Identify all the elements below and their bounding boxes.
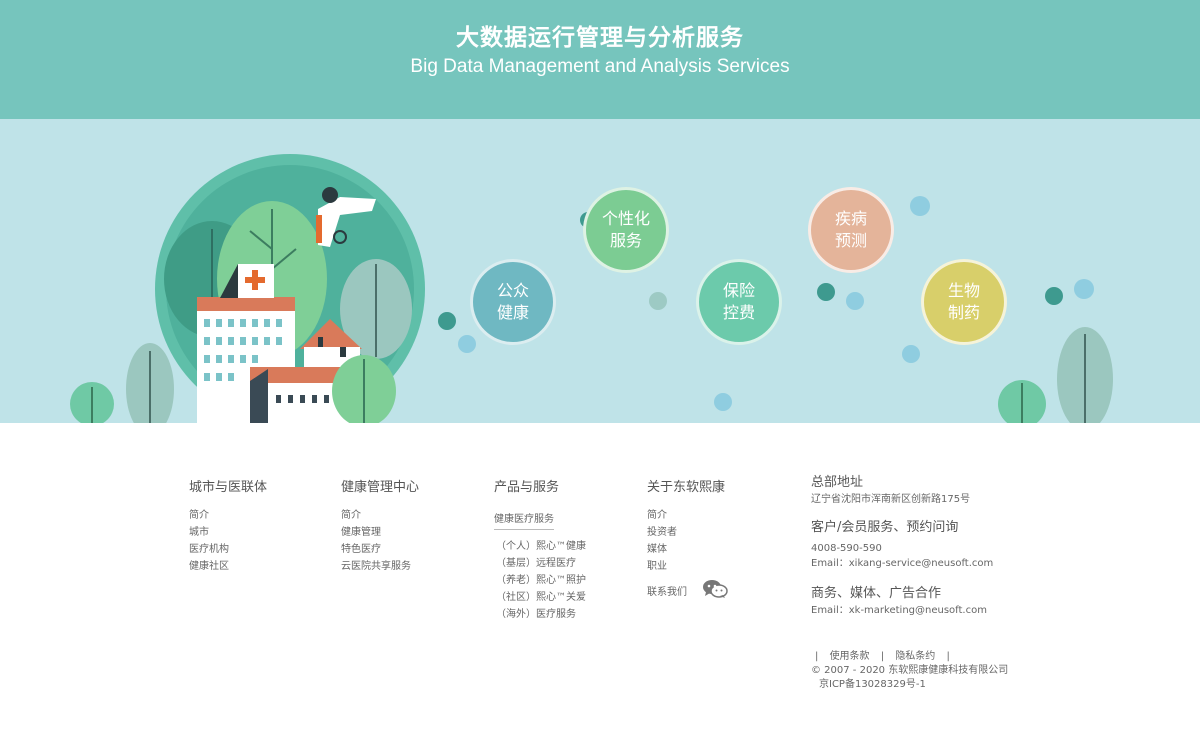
footer-heading[interactable]: 健康管理中心 bbox=[341, 476, 419, 495]
decor-dot bbox=[1045, 287, 1063, 305]
footer-link[interactable]: （个人）熙心™健康 bbox=[494, 538, 586, 555]
footer-link[interactable]: 简介 bbox=[647, 507, 728, 524]
decor-dot bbox=[649, 292, 667, 310]
contact-us-label[interactable]: 联系我们 bbox=[647, 587, 687, 598]
footer-link[interactable]: 特色医疗 bbox=[341, 541, 419, 558]
footer-col-about: 关于东软熙康 简介 投资者 媒体 职业 联系我们 bbox=[647, 476, 728, 605]
bubble-label: 健康 bbox=[496, 303, 529, 322]
hq-address: 辽宁省沈阳市浑南新区创新路175号 bbox=[811, 494, 971, 505]
decor-dot bbox=[817, 283, 835, 301]
service-phone[interactable]: 4008-590-590 bbox=[811, 541, 993, 556]
footer-link[interactable]: （基层）远程医疗 bbox=[494, 555, 586, 572]
footer-subheading[interactable]: 健康医疗服务 bbox=[494, 510, 554, 530]
footer-heading[interactable]: 关于东软熙康 bbox=[647, 476, 728, 495]
decor-dot bbox=[438, 312, 456, 330]
decor-dot bbox=[902, 345, 920, 363]
bubble-label: 控费 bbox=[722, 303, 755, 322]
copyright: © 2007 - 2020 东软熙康健康科技有限公司 bbox=[811, 665, 1009, 676]
hq-heading: 总部地址 bbox=[811, 475, 864, 490]
bubble-label: 服务 bbox=[609, 231, 642, 250]
decor-dot bbox=[1074, 279, 1094, 299]
header-banner: 大数据运行管理与分析服务 Big Data Management and Ana… bbox=[0, 0, 1200, 119]
legal-block: | 使用条款 | 隐私条约 | © 2007 - 2020 东软熙康健康科技有限… bbox=[811, 650, 1008, 692]
legal-links: | 使用条款 | 隐私条约 | bbox=[811, 650, 1008, 664]
bubble-label: 保险 bbox=[722, 281, 755, 300]
wechat-icon[interactable] bbox=[702, 579, 728, 605]
page-subtitle: Big Data Management and Analysis Service… bbox=[410, 56, 790, 77]
bubble-insurance-cost-control[interactable]: 保险 控费 bbox=[696, 259, 782, 345]
bubble-label: 个性化 bbox=[601, 209, 650, 228]
footer-heading[interactable]: 城市与医联体 bbox=[189, 476, 267, 495]
footer-link[interactable]: 投资者 bbox=[647, 524, 728, 541]
footer-link[interactable]: 简介 bbox=[189, 507, 267, 524]
footer-link[interactable]: （社区）熙心™关爱 bbox=[494, 589, 586, 606]
hero-illustration: 公众健康 个性化服务 保险控费 疾病预测 生物制药 bbox=[0, 119, 1200, 423]
footer-link[interactable]: 健康社区 bbox=[189, 558, 267, 575]
footer-col-products: 产品与服务 健康医疗服务 （个人）熙心™健康 （基层）远程医疗 （养老）熙心™照… bbox=[494, 476, 586, 623]
footer-col-health-center: 健康管理中心 简介 健康管理 特色医疗 云医院共享服务 bbox=[341, 476, 419, 575]
separator: | bbox=[946, 651, 950, 662]
footer-col-city: 城市与医联体 简介 城市 医疗机构 健康社区 bbox=[189, 476, 267, 575]
footer-link[interactable]: 医疗机构 bbox=[189, 541, 267, 558]
bubble-personalized-service[interactable]: 个性化 服务 bbox=[583, 187, 669, 273]
footer-link[interactable]: （海外）医疗服务 bbox=[494, 606, 586, 623]
separator: | bbox=[815, 651, 819, 662]
bubble-disease-prediction[interactable]: 疾病 预测 bbox=[808, 187, 894, 273]
contact-us: 联系我们 bbox=[647, 579, 728, 605]
contact-block: 总部地址 辽宁省沈阳市浑南新区创新路175号 客户/会员服务、预约问询 4008… bbox=[811, 474, 993, 618]
city-illustration bbox=[70, 154, 1113, 423]
terms-link[interactable]: 使用条款 bbox=[830, 651, 870, 662]
footer-link[interactable]: 媒体 bbox=[647, 541, 728, 558]
bubble-label: 预测 bbox=[834, 231, 867, 250]
decor-dot bbox=[458, 335, 476, 353]
footer-link[interactable]: 职业 bbox=[647, 558, 728, 575]
decor-dot bbox=[846, 292, 864, 310]
separator: | bbox=[880, 651, 885, 662]
page-title: 大数据运行管理与分析服务 bbox=[456, 25, 744, 51]
decor-dot bbox=[714, 393, 732, 411]
bubble-label: 制药 bbox=[947, 303, 980, 322]
bubble-label: 公众 bbox=[496, 281, 529, 300]
business-heading: 商务、媒体、广告合作 bbox=[811, 586, 942, 601]
footer-link[interactable]: （养老）熙心™照护 bbox=[494, 572, 586, 589]
service-email[interactable]: Email：xikang-service@neusoft.com bbox=[811, 556, 993, 571]
service-heading: 客户/会员服务、预约问询 bbox=[811, 520, 959, 535]
footer-link[interactable]: 简介 bbox=[341, 507, 419, 524]
footer-link[interactable]: 城市 bbox=[189, 524, 267, 541]
footer-link[interactable]: 健康管理 bbox=[341, 524, 419, 541]
footer-link[interactable]: 云医院共享服务 bbox=[341, 558, 419, 575]
bubble-label: 疾病 bbox=[834, 209, 867, 228]
icp-number[interactable]: 京ICP备13028329号-1 bbox=[811, 678, 1008, 692]
footer: 城市与医联体 简介 城市 医疗机构 健康社区 健康管理中心 简介 健康管理 特色… bbox=[0, 423, 1200, 744]
business-email[interactable]: Email：xk-marketing@neusoft.com bbox=[811, 603, 993, 618]
bubble-public-health[interactable]: 公众 健康 bbox=[470, 259, 556, 345]
bubble-biopharma[interactable]: 生物 制药 bbox=[921, 259, 1007, 345]
privacy-link[interactable]: 隐私条约 bbox=[895, 651, 935, 662]
footer-heading[interactable]: 产品与服务 bbox=[494, 476, 586, 495]
bubble-label: 生物 bbox=[947, 281, 980, 300]
decor-dot bbox=[910, 196, 930, 216]
